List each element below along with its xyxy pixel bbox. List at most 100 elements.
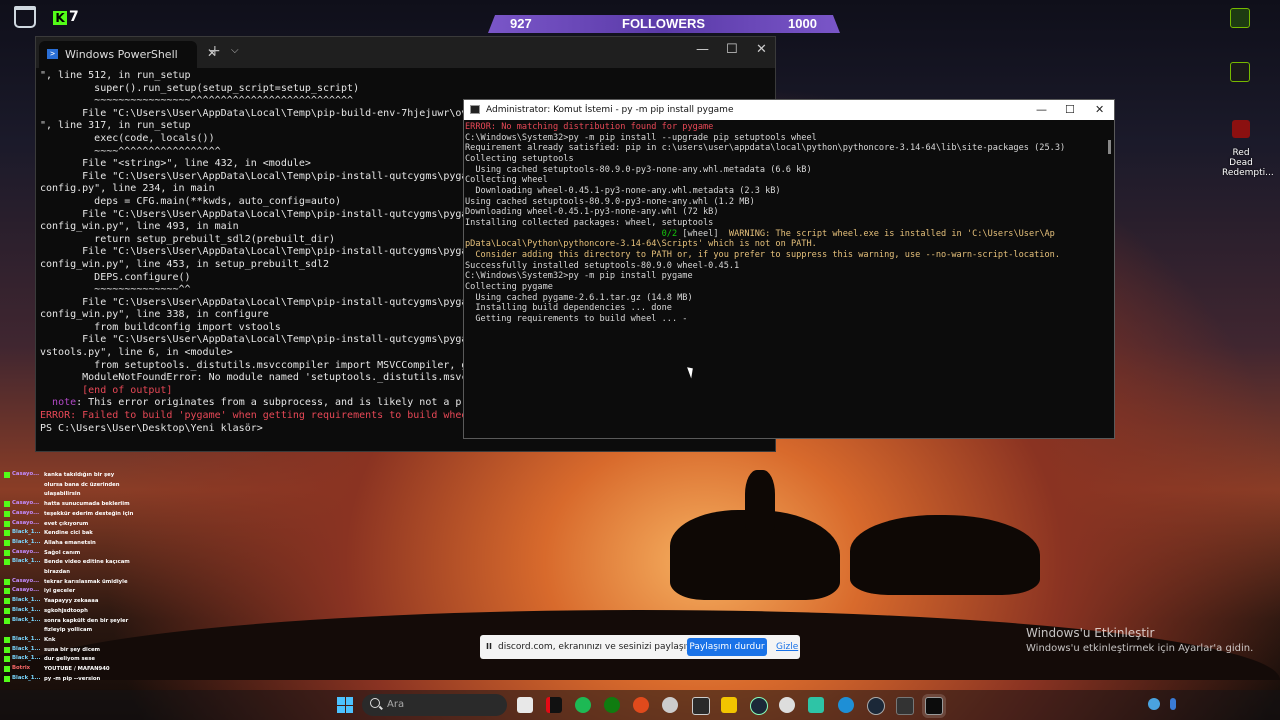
kick-badge-icon	[4, 675, 10, 682]
powershell-output[interactable]: ", line 512, in run_setup super().run_se…	[40, 70, 470, 435]
chat-text: YOUTUBE / MAFAN940	[44, 666, 110, 673]
epic-games-icon[interactable]	[692, 697, 710, 715]
powershell-line: ", line 317, in run_setup	[40, 120, 191, 132]
cmd-line: Installing collected packages: wheel, se…	[465, 217, 714, 228]
chat-username: Casayo...	[12, 519, 40, 526]
powershell-line: from buildconfig import vstools	[40, 321, 281, 333]
chat-text: Kendine cici bak	[44, 530, 93, 537]
terminal-icon[interactable]	[896, 697, 914, 715]
chat-text: hatta sunucumada bekleriim	[44, 501, 130, 508]
chat-username: Casayo...	[12, 587, 40, 594]
steam-alt-icon[interactable]	[867, 697, 885, 715]
recycle-bin-icon[interactable]	[14, 6, 36, 28]
kick-badge-icon	[4, 607, 10, 614]
tray-app-icon[interactable]	[1148, 698, 1160, 710]
powershell-line: ~~~~~~~~~~~~~~~~^^^^^^^^^^^^^^^^^^^^^^^^…	[40, 95, 354, 107]
stop-sharing-button[interactable]: Paylaşımı durdur	[687, 638, 767, 656]
chat-username: Black_1...	[12, 558, 41, 565]
new-tab-icon[interactable]: +	[209, 43, 221, 59]
wallpaper-rider	[745, 470, 775, 530]
chat-message: Casayo... teşekkür ederim desteğin için	[4, 510, 134, 520]
cmd-line: pData\Local\Python\pythoncore-3.14-64\Sc…	[465, 239, 817, 250]
chat-username: Casayo...	[12, 509, 40, 516]
kick-viewer-count: 7	[69, 9, 79, 25]
pause-icon: II	[486, 642, 492, 651]
start-button[interactable]	[337, 697, 353, 713]
powershell-line: config_win.py", line 338, in configure	[40, 309, 269, 321]
github-desktop-icon[interactable]	[779, 697, 795, 713]
chat-username: Black_1...	[12, 597, 41, 604]
taskbar-search[interactable]: Ara	[362, 694, 507, 716]
close-button[interactable]: ✕	[756, 42, 767, 57]
chat-text: Yaapayyy zekaaaa	[44, 598, 99, 605]
followers-goal: 1000	[788, 16, 817, 31]
powershell-line: note: This error originates from a subpr…	[52, 397, 468, 409]
search-icon	[370, 698, 380, 708]
file-explorer-icon[interactable]	[517, 697, 533, 713]
cmd-minimize-button[interactable]: —	[1036, 103, 1047, 116]
copilot-icon[interactable]	[808, 697, 824, 713]
powershell-line: deps = CFG.main(**kwds, auto_config=auto…	[40, 195, 342, 207]
powershell-titlebar[interactable]: > Windows PowerShell ✕ + ⌵ — ☐ ✕	[36, 37, 775, 68]
cmd-line: Getting requirements to build wheel ... …	[465, 313, 688, 324]
share-banner-text: discord.com, ekranınızı ve sesinizi payl…	[498, 642, 703, 652]
opera-gx-icon[interactable]	[633, 697, 649, 713]
cmd-maximize-button[interactable]: ☐	[1065, 103, 1075, 116]
cmd-line: Downloading wheel-0.45.1-py3-none-any.wh…	[465, 185, 781, 196]
cmd-line: Installing build dependencies ... done	[465, 303, 672, 314]
chat-message: Black_1... Kendine cici bak	[4, 529, 134, 539]
powershell-line: return setup_prebuilt_sdl2(prebuilt_dir)	[40, 233, 336, 245]
cmd-titlebar[interactable]: Administrator: Komut İstemi - py -m pip …	[464, 100, 1114, 120]
xbox-icon[interactable]	[604, 697, 620, 713]
chat-text: Bende video editine kaçıcam birazdan	[44, 559, 130, 576]
activate-windows-title: Windows'u Etkinleştir	[1026, 626, 1155, 640]
chat-message: Casayo... iyi geceler	[4, 587, 134, 597]
cmd-scrollbar[interactable]	[1108, 140, 1111, 154]
chat-message: Black_1... py -m pip --version	[4, 675, 134, 685]
hide-banner-link[interactable]: Gizle	[776, 642, 798, 652]
chat-text: Knk	[44, 636, 56, 643]
powershell-line: ~~~~^^^^^^^^^^^^^^^^^	[40, 145, 221, 157]
chat-message: Black_1... dur geliyom sese	[4, 655, 134, 665]
chat-username: Black_1...	[12, 674, 41, 681]
kick-badge-icon	[4, 588, 10, 595]
maximize-button[interactable]: ☐	[726, 42, 738, 57]
yellow-app-icon[interactable]	[721, 697, 737, 713]
kick-badge-icon	[4, 666, 10, 673]
chevron-down-icon[interactable]: ⌵	[231, 45, 239, 56]
red-dead-redemption-icon[interactable]	[1232, 120, 1250, 138]
chat-message: Botrix YOUTUBE / MAFAN940	[4, 665, 134, 675]
powershell-line: ModuleNotFoundError: No module named 'se…	[40, 372, 470, 384]
microphone-icon[interactable]	[1170, 698, 1176, 710]
cmd-line: ERROR: No matching distribution found fo…	[465, 122, 714, 132]
nvidia-icon[interactable]	[1230, 8, 1250, 28]
cmd-close-button[interactable]: ✕	[1095, 103, 1104, 116]
powershell-line: exec(code, locals())	[40, 132, 215, 144]
cmd-output[interactable]: ERROR: No matching distribution found fo…	[465, 122, 1105, 324]
steam-link-icon[interactable]	[662, 697, 678, 713]
minimize-button[interactable]: —	[696, 42, 709, 57]
cmd-taskbar-icon[interactable]	[922, 694, 946, 718]
netflix-icon[interactable]	[546, 697, 562, 713]
steam-icon[interactable]	[750, 697, 768, 715]
spotify-icon[interactable]	[575, 697, 591, 713]
kick-badge-icon	[4, 656, 10, 663]
cmd-window[interactable]: Administrator: Komut İstemi - py -m pip …	[463, 99, 1115, 439]
chat-message: Black_1... Knk	[4, 636, 134, 646]
powershell-tab[interactable]: > Windows PowerShell ✕	[39, 41, 217, 68]
kick-badge-icon	[4, 636, 10, 643]
cmd-line: Collecting wheel	[465, 175, 548, 186]
powershell-line: File "C:\Users\User\AppData\Local\Temp\p…	[40, 246, 470, 258]
geforce-app-icon[interactable]	[1230, 62, 1250, 82]
chat-message: Black_1... Yaapayyy zekaaaa	[4, 597, 134, 607]
chat-username: Casayo...	[12, 471, 40, 477]
edge-icon[interactable]	[838, 697, 854, 713]
powershell-line: ", line 512, in run_setup	[40, 70, 191, 81]
chat-text: iyi geceler	[44, 588, 76, 595]
chat-message: Black_1... suna bir şey dicem	[4, 646, 134, 656]
chat-username: Botrix	[12, 665, 31, 672]
screen-share-banner: II discord.com, ekranınızı ve sesinizi p…	[480, 635, 800, 659]
wallpaper-horse-second	[850, 515, 1040, 595]
chat-username: Black_1...	[12, 538, 41, 545]
chat-text: evet çıkıyorum	[44, 520, 89, 527]
